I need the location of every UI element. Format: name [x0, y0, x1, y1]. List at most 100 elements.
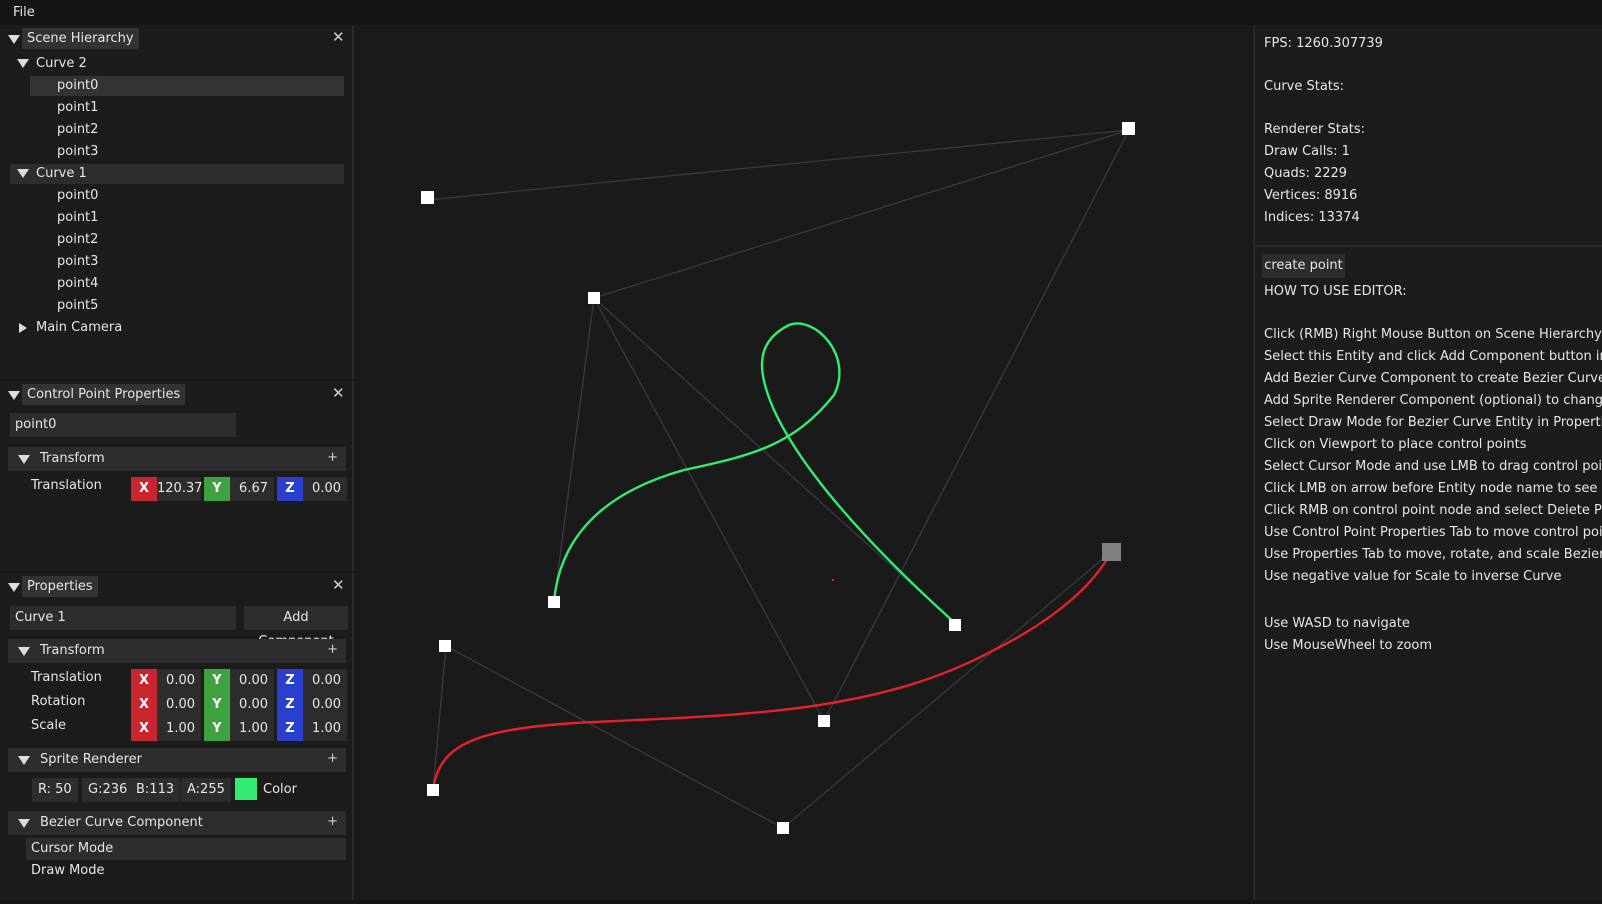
translation-x-field[interactable]: 0.00 — [157, 669, 201, 693]
viewport-canvas[interactable] — [354, 25, 1252, 900]
bezier-component-section[interactable]: Bezier Curve Component + — [8, 811, 346, 835]
menu-bar: File — [0, 0, 1602, 26]
translation-label: Translation — [31, 478, 102, 493]
hierarchy-item[interactable]: point4 — [57, 276, 98, 291]
hierarchy-item[interactable]: point0 — [57, 78, 98, 93]
scene-viewport[interactable] — [354, 25, 1252, 900]
hierarchy-item[interactable]: point1 — [57, 100, 98, 115]
entity-name-input[interactable]: Curve 1 — [10, 606, 236, 630]
rotation-x-field[interactable]: 0.00 — [157, 693, 201, 717]
control-point-tab[interactable]: Control Point Properties — [22, 384, 186, 405]
hierarchy-item[interactable]: Curve 2 — [36, 56, 87, 71]
point-name-input[interactable]: point0 — [10, 413, 236, 437]
control-point-handle[interactable] — [421, 191, 434, 204]
translation-label: Translation — [31, 670, 102, 685]
control-point-handle[interactable] — [1122, 122, 1135, 135]
scale-label: Scale — [31, 718, 66, 733]
axis-y-badge: Y — [204, 717, 230, 741]
control-point-handle[interactable] — [588, 292, 600, 304]
transform-section[interactable]: Transform + — [8, 447, 346, 471]
axis-y-badge: Y — [204, 693, 230, 717]
hierarchy-item[interactable]: point3 — [57, 254, 98, 269]
hierarchy-item[interactable]: point2 — [57, 122, 98, 137]
rotation-z-field[interactable]: 0.00 — [303, 693, 347, 717]
translation-y-field[interactable]: 6.67 — [230, 477, 274, 501]
close-icon[interactable]: ✕ — [332, 576, 345, 594]
scene-hierarchy-titlebar: Scene Hierarchy ✕ — [0, 27, 352, 50]
collapse-arrow-icon — [18, 756, 30, 765]
help-zoom: Use MouseWheel to zoom — [1264, 638, 1433, 653]
cursor-mode-option[interactable]: Cursor Mode — [26, 838, 346, 860]
control-point-handle[interactable] — [439, 640, 451, 652]
curve-stats-heading: Curve Stats: — [1264, 79, 1345, 94]
hierarchy-item[interactable]: point3 — [57, 144, 98, 159]
collapse-arrow-icon — [18, 647, 30, 656]
control-point-handle-selected[interactable] — [1102, 543, 1121, 561]
plus-icon[interactable]: + — [327, 751, 338, 766]
help-line: Use Properties Tab to move, rotate, and … — [1264, 547, 1602, 562]
close-icon[interactable]: ✕ — [332, 384, 345, 402]
help-line: Select Draw Mode for Bezier Curve Entity… — [1264, 415, 1602, 430]
expand-arrow-right-icon[interactable] — [19, 323, 27, 333]
translation-y-field[interactable]: 0.00 — [230, 669, 274, 693]
guide-line — [593, 297, 825, 722]
plus-icon[interactable]: + — [327, 814, 338, 829]
transform-section[interactable]: Transform + — [8, 639, 346, 663]
alpha-channel-field[interactable]: A:255 — [181, 778, 231, 802]
translation-x-field[interactable]: 120.37 — [157, 477, 203, 501]
hierarchy-item[interactable]: point1 — [57, 210, 98, 225]
hierarchy-item[interactable]: Curve 1 — [36, 166, 87, 181]
help-line: Use negative value for Scale to inverse … — [1264, 569, 1562, 584]
collapse-arrow-icon[interactable] — [8, 35, 20, 44]
help-navigate: Use WASD to navigate — [1264, 616, 1410, 631]
control-point-handle[interactable] — [427, 784, 439, 796]
scene-hierarchy-tab[interactable]: Scene Hierarchy — [22, 28, 139, 49]
plus-icon[interactable]: + — [327, 450, 338, 465]
properties-tab[interactable]: Properties — [22, 576, 98, 597]
scene-hierarchy-panel: Scene Hierarchy ✕ Curve 2 point0 point1 poi… — [0, 25, 354, 379]
control-point-handle[interactable] — [949, 619, 961, 631]
hierarchy-item[interactable]: Main Camera — [36, 320, 122, 335]
collapse-arrow-icon[interactable] — [8, 583, 20, 592]
curve2-control-polygon — [427, 129, 1130, 625]
axis-x-badge: X — [131, 693, 157, 717]
blue-channel-field[interactable]: B:113 — [130, 778, 181, 802]
green-channel-field[interactable]: G:236 — [82, 778, 134, 802]
draw-mode-option[interactable]: Draw Mode — [31, 863, 105, 878]
collapse-arrow-icon[interactable] — [8, 391, 20, 400]
color-swatch[interactable] — [235, 778, 257, 800]
collapse-arrow-icon — [18, 455, 30, 464]
hierarchy-item[interactable]: point5 — [57, 298, 98, 313]
help-line: Click LMB on arrow before Entity node na… — [1264, 481, 1602, 496]
transform-label: Transform — [40, 643, 105, 658]
create-point-button[interactable]: create point — [1262, 254, 1345, 278]
indices-text: Indices: 13374 — [1264, 210, 1360, 225]
sprite-renderer-section[interactable]: Sprite Renderer + — [8, 748, 346, 772]
rotation-y-field[interactable]: 0.00 — [230, 693, 274, 717]
scale-z-field[interactable]: 1.00 — [303, 717, 347, 741]
control-point-handle[interactable] — [548, 596, 560, 608]
axis-z-badge: Z — [277, 717, 303, 741]
axis-y-badge: Y — [204, 477, 230, 501]
scale-y-field[interactable]: 1.00 — [230, 717, 274, 741]
file-menu[interactable]: File — [13, 5, 35, 20]
expand-arrow-down-icon[interactable] — [17, 169, 29, 178]
hierarchy-item[interactable]: point2 — [57, 232, 98, 247]
hierarchy-item[interactable]: point0 — [57, 188, 98, 203]
sprite-renderer-label: Sprite Renderer — [40, 752, 143, 767]
translation-z-field[interactable]: 0.00 — [303, 477, 347, 501]
control-point-handle[interactable] — [818, 715, 830, 727]
translation-z-field[interactable]: 0.00 — [303, 669, 347, 693]
red-channel-field[interactable]: R: 50 — [32, 778, 78, 802]
vertices-text: Vertices: 8916 — [1264, 188, 1358, 203]
scale-x-field[interactable]: 1.00 — [157, 717, 201, 741]
guide-line — [553, 297, 595, 603]
plus-icon[interactable]: + — [327, 642, 338, 657]
control-point-handle[interactable] — [777, 822, 789, 834]
axis-z-badge: Z — [277, 693, 303, 717]
close-icon[interactable]: ✕ — [332, 28, 345, 46]
axis-x-badge: X — [131, 717, 157, 741]
renderer-stats-heading: Renderer Stats: — [1264, 122, 1366, 137]
add-component-button[interactable]: Add Component — [244, 606, 348, 649]
expand-arrow-down-icon[interactable] — [17, 59, 29, 68]
